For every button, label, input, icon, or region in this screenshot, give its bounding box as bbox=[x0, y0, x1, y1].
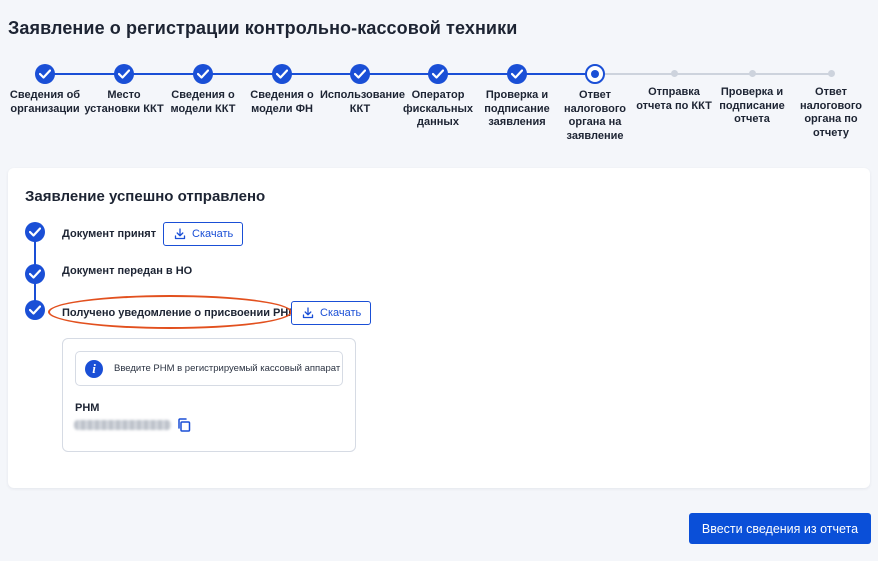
rnm-panel: i Введите РНМ в регистрируемый кассовый … bbox=[62, 338, 356, 452]
step-sign-report: Проверка и подписание отчета bbox=[712, 62, 792, 127]
timeline-item-rnm-notice: Получено уведомление о присвоении РНМ bbox=[62, 307, 298, 319]
step-label: Проверка и подписание отчета bbox=[719, 86, 785, 125]
step-dot-icon bbox=[827, 70, 835, 77]
timeline-item-transferred: Документ передан в НО bbox=[62, 265, 193, 277]
download-button-label: Скачать bbox=[320, 307, 362, 319]
step-send-report: Отправка отчета по ККТ bbox=[634, 62, 714, 113]
check-icon bbox=[25, 264, 45, 284]
step-label: Оператор фискальных данных bbox=[402, 89, 474, 128]
step-label: Сведения о модели ККТ bbox=[170, 89, 236, 115]
step-label: Использование ККТ bbox=[320, 89, 406, 115]
check-icon bbox=[25, 300, 45, 320]
step-sign-application[interactable]: Проверка и подписание заявления bbox=[477, 62, 557, 130]
info-banner: i Введите РНМ в регистрируемый кассовый … bbox=[75, 351, 343, 386]
step-location[interactable]: Место установки ККТ bbox=[84, 62, 164, 116]
step-label: Проверка и подписание заявления bbox=[484, 89, 550, 128]
step-check-icon bbox=[114, 64, 134, 84]
status-card: Заявление успешно отправлено Документ пр… bbox=[8, 168, 870, 488]
download-icon bbox=[174, 228, 186, 240]
step-check-icon bbox=[272, 64, 292, 84]
rnm-label: РНМ bbox=[75, 402, 100, 414]
step-check-icon bbox=[35, 64, 55, 84]
step-check-icon bbox=[193, 64, 213, 84]
step-check-icon bbox=[428, 64, 448, 84]
step-tax-response-report: Ответ налогового органа по отчету bbox=[791, 62, 871, 140]
step-ofd[interactable]: Оператор фискальных данных bbox=[398, 62, 478, 130]
step-dot-icon bbox=[748, 70, 756, 77]
download-rnm-button[interactable]: Скачать bbox=[291, 301, 372, 325]
step-tax-response-application[interactable]: Ответ налогового органа на заявление bbox=[555, 62, 635, 143]
step-fn-model[interactable]: Сведения о модели ФН bbox=[242, 62, 322, 116]
download-button-label: Скачать bbox=[192, 228, 234, 240]
step-usage[interactable]: Использование ККТ bbox=[320, 62, 406, 116]
step-label: Отправка отчета по ККТ bbox=[636, 86, 712, 112]
step-label: Сведения о модели ФН bbox=[250, 89, 314, 115]
download-icon bbox=[302, 307, 314, 319]
step-label: Место установки ККТ bbox=[84, 89, 164, 115]
download-button[interactable]: Скачать bbox=[163, 222, 244, 246]
step-kkt-model[interactable]: Сведения о модели ККТ bbox=[163, 62, 243, 116]
info-icon: i bbox=[85, 360, 103, 378]
step-label: Сведения об организации bbox=[9, 89, 81, 115]
rnm-value-redacted bbox=[74, 420, 171, 430]
info-text: Введите РНМ в регистрируемый кассовый ап… bbox=[114, 363, 341, 374]
step-organization[interactable]: Сведения об организации bbox=[5, 62, 85, 116]
step-current-icon bbox=[585, 64, 605, 84]
step-label: Ответ налогового органа на заявление bbox=[564, 89, 626, 142]
step-dot-icon bbox=[670, 70, 678, 77]
page-title: Заявление о регистрации контрольно-кассо… bbox=[8, 18, 518, 38]
stepper: Сведения об организации Место установки … bbox=[0, 62, 878, 157]
enter-report-data-button[interactable]: Ввести сведения из отчета bbox=[689, 513, 871, 544]
step-check-icon bbox=[350, 64, 370, 84]
timeline-item-accepted: Документ принят bbox=[62, 228, 157, 240]
copy-icon[interactable] bbox=[176, 417, 192, 433]
step-check-icon bbox=[507, 64, 527, 84]
card-title: Заявление успешно отправлено bbox=[25, 188, 266, 205]
check-icon bbox=[25, 222, 45, 242]
step-label: Ответ налогового органа по отчету bbox=[800, 86, 862, 139]
